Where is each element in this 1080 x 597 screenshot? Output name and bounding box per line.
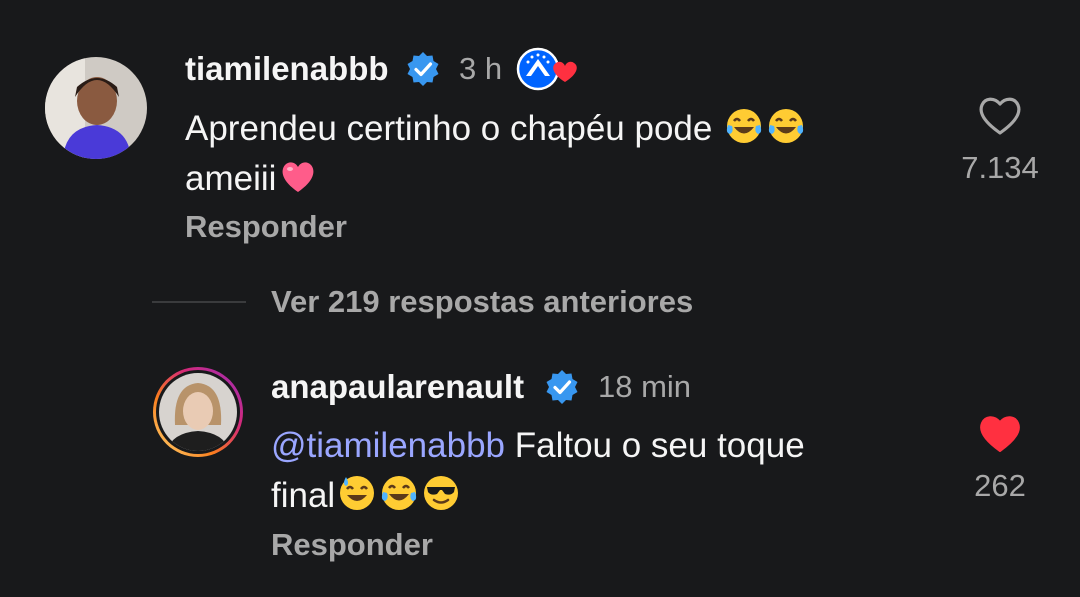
comment-text: @tiamilenabbb Faltou o seu toque final	[271, 421, 805, 521]
comments-thread: tiamilenabbb 3 h Aprendeu certinho o cha…	[0, 0, 1080, 597]
reply-button[interactable]: Responder	[271, 527, 433, 563]
tears-of-joy-emoji	[382, 476, 417, 510]
heart-filled-icon[interactable]	[975, 410, 1025, 456]
avatar-tiamilenabbb[interactable]	[45, 57, 147, 159]
tears-of-joy-emoji	[768, 109, 804, 143]
comment-text-line1: Faltou o seu toque	[505, 426, 805, 465]
avatar-anapaularenault[interactable]	[151, 365, 245, 459]
verified-icon	[546, 370, 578, 404]
comment-text-line2: ameiii	[185, 159, 277, 198]
mention-link[interactable]: @tiamilenabbb	[271, 426, 505, 465]
comment-text: Aprendeu certinho o chapéu pode ameiii	[185, 104, 806, 204]
heart-outline-icon[interactable]	[975, 92, 1025, 138]
comment-text-line2: final	[271, 476, 336, 515]
like-count: 7.134	[961, 150, 1039, 185]
comment-username[interactable]: tiamilenabbb	[185, 50, 389, 88]
like-count: 262	[974, 468, 1026, 503]
view-previous-replies-button[interactable]: Ver 219 respostas anteriores	[271, 284, 693, 320]
tears-of-joy-emoji	[726, 109, 762, 143]
replies-divider	[152, 301, 246, 303]
reply-button[interactable]: Responder	[185, 209, 347, 245]
sweat-smile-emoji	[340, 476, 375, 510]
heart-emoji	[282, 162, 314, 192]
paramount-badge-icon	[516, 46, 584, 92]
comment-text-line1: Aprendeu certinho o chapéu pode	[185, 109, 713, 148]
comment-time: 18 min	[598, 369, 692, 404]
comment-time: 3 h	[459, 51, 503, 86]
sunglasses-emoji	[424, 476, 459, 510]
comment-username[interactable]: anapaularenault	[271, 368, 524, 406]
verified-icon	[407, 52, 439, 86]
